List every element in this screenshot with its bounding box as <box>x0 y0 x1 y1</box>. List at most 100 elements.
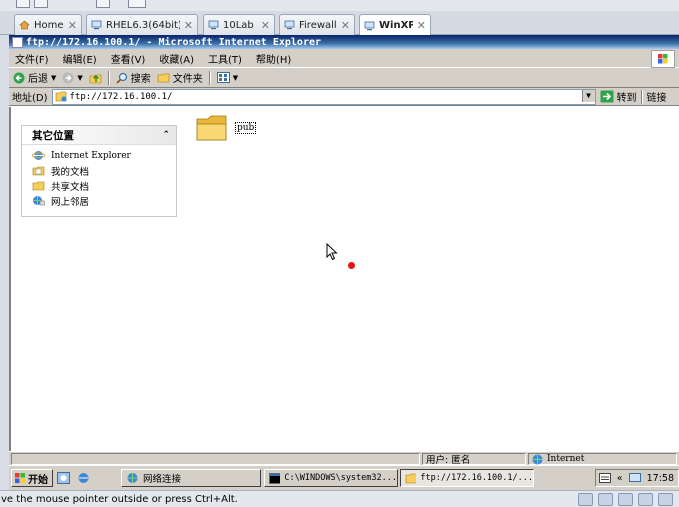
host-toolbar <box>0 0 679 11</box>
status-user-label: 用户: 匿名 <box>426 455 471 466</box>
chevron-down-icon[interactable]: ▼ <box>51 74 56 82</box>
folders-icon <box>157 73 170 83</box>
panel-item-my-documents[interactable]: 我的文档 <box>22 163 176 178</box>
taskbar-item-ie[interactable]: ftp://172.16.100.1/... <box>400 469 534 487</box>
close-icon[interactable]: ✕ <box>68 19 77 32</box>
vm-icon <box>208 20 219 30</box>
taskbar-item-cmd[interactable]: C:\WINDOWS\system32... <box>264 469 398 487</box>
menu-view[interactable]: 查看(V) <box>111 51 146 66</box>
chevron-down-icon[interactable]: ▼ <box>233 74 238 82</box>
close-icon[interactable]: ✕ <box>184 19 193 32</box>
documents-icon <box>32 166 45 176</box>
views-button[interactable]: ▼ <box>216 72 238 83</box>
address-input[interactable]: ftp://172.16.100.1/ ▼ <box>51 88 596 105</box>
network-connections-icon <box>127 473 138 483</box>
windows-logo-icon <box>651 50 675 68</box>
vm-icon <box>364 21 375 30</box>
address-label: 地址(D) <box>12 93 48 104</box>
cd-rom-icon[interactable] <box>598 493 613 506</box>
host-status-text: ve the mouse pointer outside or press Ct… <box>1 493 238 505</box>
chevron-down-icon[interactable]: ▼ <box>77 74 82 82</box>
host-toolbar-button[interactable] <box>34 0 48 8</box>
pub-folder-icon[interactable] <box>196 113 228 143</box>
taskbar-item-network[interactable]: 网络连接 <box>121 469 261 487</box>
panel-item-shared-documents[interactable]: 共享文档 <box>22 178 176 193</box>
host-toolbar-button[interactable] <box>128 0 146 8</box>
tab-home[interactable]: Home ✕ <box>14 14 82 35</box>
host-toolbar-button[interactable] <box>96 0 110 8</box>
pub-folder-label[interactable]: pub <box>235 122 257 134</box>
task-label: 网络连接 <box>143 474 182 485</box>
menu-file[interactable]: 文件(F) <box>15 51 49 66</box>
network-tray-icon[interactable] <box>628 473 641 483</box>
toolbar-separator <box>208 70 211 85</box>
chevron-down-icon[interactable]: ▼ <box>581 89 595 102</box>
search-icon <box>116 72 127 84</box>
menu-help[interactable]: 帮助(H) <box>256 51 291 66</box>
panel-header[interactable]: 其它位置 ⌃ <box>22 126 176 145</box>
forward-button[interactable]: ▼ <box>62 72 83 84</box>
panel-title: 其它位置 <box>32 129 74 142</box>
up-folder-icon[interactable] <box>89 71 102 84</box>
usb-icon[interactable] <box>638 493 653 506</box>
folders-button[interactable]: 文件夹 <box>157 70 203 85</box>
internet-zone-icon <box>532 454 543 464</box>
panel-item-label: 网上邻居 <box>51 196 90 208</box>
tab-winxp[interactable]: WinXP ✕ <box>359 14 431 36</box>
tab-firewall[interactable]: Firewall ✕ <box>279 14 355 35</box>
status-zone: Internet <box>528 453 677 465</box>
clock: 17:58 <box>646 472 674 484</box>
tab-label: WinXP <box>379 20 413 31</box>
panel-item-label: 共享文档 <box>51 181 90 193</box>
show-desktop-icon[interactable] <box>57 472 70 484</box>
start-button[interactable]: 开始 <box>11 469 53 487</box>
forward-arrow-icon <box>62 72 74 83</box>
tab-label: 10Lab <box>223 19 254 31</box>
menu-tools[interactable]: 工具(T) <box>208 51 242 66</box>
vm-icon <box>284 20 295 30</box>
ie-window-icon <box>12 36 23 48</box>
close-icon[interactable]: ✕ <box>341 19 350 32</box>
status-message <box>11 453 420 465</box>
windows-logo-icon <box>15 473 25 483</box>
tab-label: RHEL6.3(64bit) <box>106 19 180 31</box>
home-icon <box>19 20 30 30</box>
go-label: 转到 <box>616 93 637 104</box>
folder-view[interactable]: 其它位置 ⌃ Internet Explorer 我的文档 共享文档 网上邻居 <box>9 107 679 451</box>
menu-favorites[interactable]: 收藏(A) <box>159 51 194 66</box>
go-arrow-icon <box>600 90 614 103</box>
menu-edit[interactable]: 编辑(E) <box>63 51 97 66</box>
panel-item-ie[interactable]: Internet Explorer <box>22 148 176 163</box>
cmd-icon <box>269 472 281 484</box>
collapse-chevron-icon[interactable]: ⌃ <box>162 130 170 140</box>
back-label: 后退 <box>28 74 48 85</box>
ftp-folder-icon <box>55 91 67 102</box>
status-bar: 用户: 匿名 Internet <box>9 451 679 466</box>
language-bar-icon[interactable] <box>598 473 611 483</box>
panel-item-label: 我的文档 <box>51 166 90 178</box>
toolbar-separator <box>107 70 110 85</box>
status-user: 用户: 匿名 <box>422 453 526 466</box>
address-bar: 地址(D) ftp://172.16.100.1/ ▼ 转到 链接 <box>9 88 679 106</box>
network-adapter-icon[interactable] <box>618 493 633 506</box>
search-button[interactable]: 搜索 <box>116 70 151 85</box>
ie-titlebar[interactable]: ftp://172.16.100.1/ - Microsoft Internet… <box>9 35 679 49</box>
tab-10lab[interactable]: 10Lab ✕ <box>203 14 275 35</box>
tab-rhel[interactable]: RHEL6.3(64bit) ✕ <box>86 14 198 35</box>
host-toolbar-button[interactable] <box>16 0 30 8</box>
views-icon <box>216 72 230 83</box>
sound-icon[interactable] <box>658 493 673 506</box>
panel-item-network[interactable]: 网上邻居 <box>22 193 176 208</box>
close-icon[interactable]: ✕ <box>417 19 426 32</box>
back-button[interactable]: 后退 ▼ <box>13 70 56 85</box>
go-button[interactable]: 转到 <box>600 89 637 104</box>
links-button[interactable]: 链接 <box>647 89 667 104</box>
close-icon[interactable]: ✕ <box>261 19 270 32</box>
taskbar: 开始 网络连接 C:\WINDOWS\system32... ftp://172… <box>9 465 679 490</box>
tray-expand-icon[interactable]: « <box>617 473 623 484</box>
hard-disk-icon[interactable] <box>578 493 593 506</box>
ie-quicklaunch-icon[interactable] <box>77 472 90 484</box>
network-icon <box>33 196 45 206</box>
ie-icon <box>32 151 45 160</box>
guest-screen[interactable]: ftp://172.16.100.1/ - Microsoft Internet… <box>9 35 679 490</box>
